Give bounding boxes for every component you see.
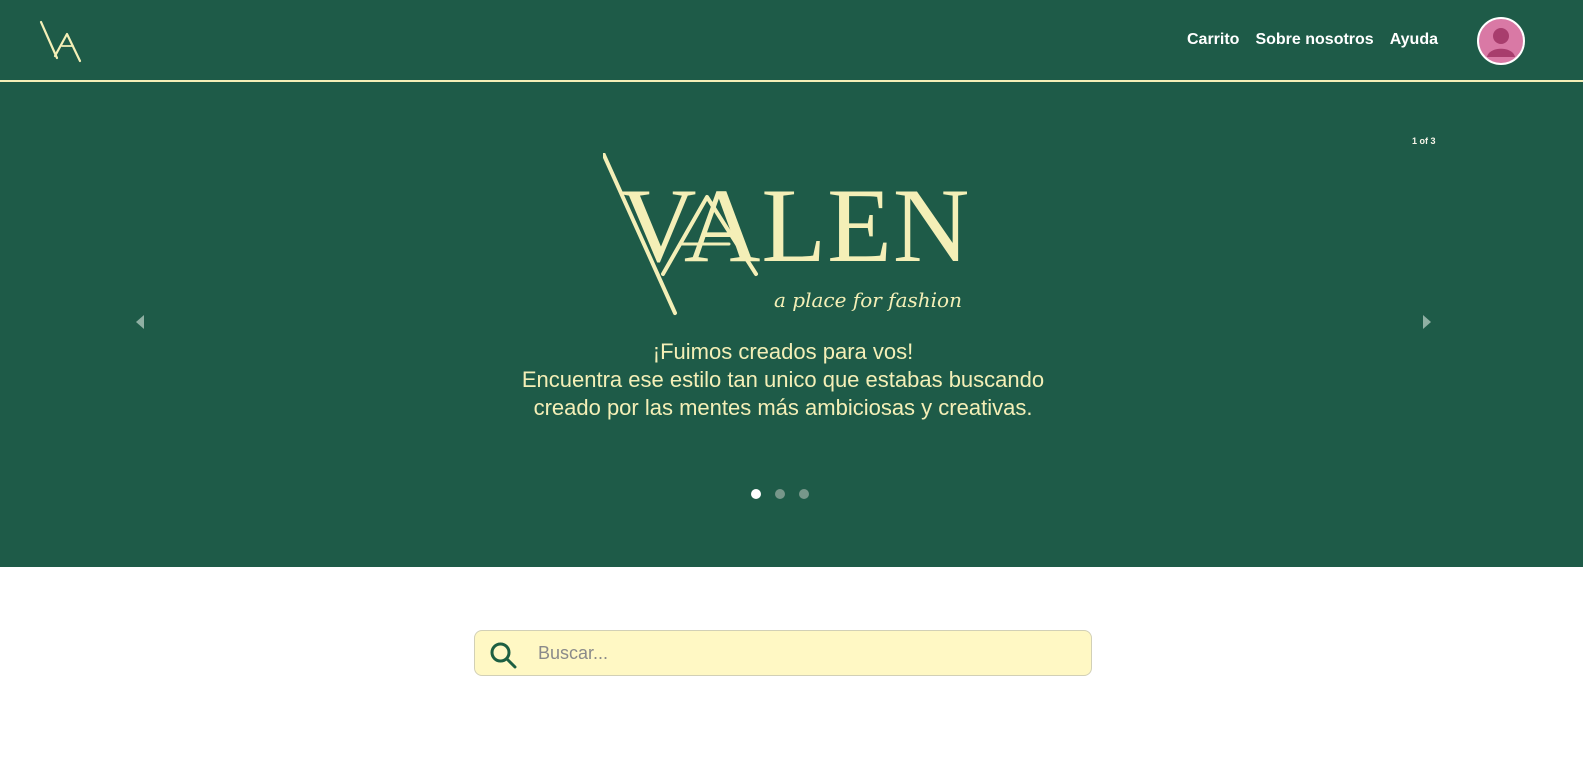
hero-message: ¡Fuimos creados para vos! Encuentra ese … <box>450 338 1116 422</box>
carousel-indicators <box>751 489 809 499</box>
previous-slide-button[interactable] <box>131 311 149 333</box>
slide-indicator-1[interactable] <box>751 489 761 499</box>
slide-indicator-2[interactable] <box>775 489 785 499</box>
next-slide-button[interactable] <box>1418 311 1436 333</box>
hero-message-line-2: Encuentra ese estilo tan unico que estab… <box>521 367 1045 392</box>
slide-indicator-3[interactable] <box>799 489 809 499</box>
main-navigation: Carrito Sobre nosotros Ayuda <box>1187 30 1438 50</box>
logo[interactable] <box>39 16 83 64</box>
site-header: Carrito Sobre nosotros Ayuda <box>0 0 1583 82</box>
magnifier-icon <box>490 642 517 669</box>
page: Carrito Sobre nosotros Ayuda 1 of 3 VALE… <box>0 0 1583 757</box>
hero-carousel: 1 of 3 VALEN a place for fashion ¡Fuimos… <box>0 82 1583 567</box>
search-bar <box>474 630 1092 676</box>
profile-button[interactable] <box>1477 17 1525 65</box>
search-input[interactable] <box>538 639 1058 667</box>
nav-about-link[interactable]: Sobre nosotros <box>1255 30 1373 50</box>
nav-cart-link[interactable]: Carrito <box>1187 30 1239 50</box>
brand-title: VALEN <box>620 167 971 284</box>
hero-message-line-3: creado por las mentes más ambiciosas y c… <box>533 395 1033 420</box>
hero-message-line-1: ¡Fuimos creados para vos! <box>652 339 914 364</box>
user-avatar-icon <box>1487 28 1515 57</box>
slide-counter: 1 of 3 <box>1412 136 1436 146</box>
brand-tagline: a place for fashion <box>774 288 962 312</box>
logo-mark-icon <box>39 20 82 63</box>
search-icon[interactable] <box>488 640 518 670</box>
nav-help-link[interactable]: Ayuda <box>1390 30 1438 50</box>
